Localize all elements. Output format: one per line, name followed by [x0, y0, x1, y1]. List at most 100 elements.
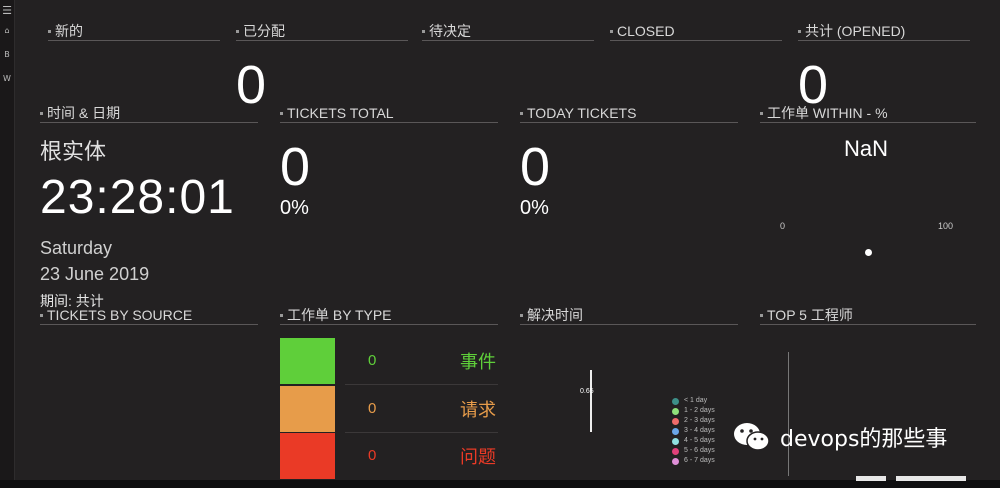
panel-resolve-time-title: 解决时间 — [527, 307, 583, 323]
clock-weekday: Saturday — [40, 238, 113, 258]
legend-swatch — [672, 437, 679, 445]
b-icon[interactable]: B — [2, 50, 12, 59]
type-count: 0 — [368, 352, 377, 369]
taskbar-button[interactable] — [856, 476, 886, 481]
opened-count: 0 — [798, 55, 829, 115]
legend-item: 1 - 2 days — [672, 406, 715, 416]
panel-by-source-title: TICKETS BY SOURCE — [47, 307, 193, 323]
legend-swatch — [672, 457, 679, 465]
menu-icon[interactable]: ☰ — [2, 4, 12, 17]
panel-new-header: 新的 — [48, 24, 220, 41]
type-count: 0 — [368, 400, 377, 417]
taskbar-button[interactable] — [896, 476, 966, 481]
panel-bullet — [610, 29, 613, 33]
type-color-swatch — [280, 338, 335, 384]
panel-top5-title: TOP 5 工程师 — [767, 307, 853, 323]
legend-item: < 1 day — [672, 396, 715, 406]
panel-opened-title: 共计 (OPENED) — [805, 23, 906, 39]
panel-top5-header: TOP 5 工程师 — [760, 308, 976, 325]
sidebar: ☰ ⌂ B W — [0, 0, 15, 488]
gauge-needle-dot — [865, 249, 872, 256]
legend-item: 2 - 3 days — [672, 416, 715, 426]
legend-label: < 1 day — [684, 397, 708, 404]
panel-today-tickets-header: TODAY TICKETS — [520, 106, 738, 123]
panel-assigned-title: 已分配 — [243, 23, 285, 39]
type-color-swatch — [280, 433, 335, 479]
panel-assigned-header: 已分配 — [236, 24, 408, 41]
resolve-value-label: 0.65 — [580, 388, 594, 395]
panel-within-title: 工作单 WITHIN - % — [767, 105, 888, 121]
resolve-chart-axis — [590, 370, 592, 432]
panel-bullet — [48, 29, 51, 33]
tickets-total-percent: 0% — [280, 197, 309, 219]
legend-label: 4 - 5 days — [684, 437, 715, 444]
today-tickets-value: 0 — [520, 137, 551, 197]
panel-clock-header: 时间 & 日期 — [40, 106, 258, 123]
panel-bullet — [422, 29, 425, 33]
type-row-incident[interactable]: 0 事件 — [280, 338, 498, 385]
divider — [345, 384, 498, 385]
tickets-total-value: 0 — [280, 137, 311, 197]
panel-opened-header: 共计 (OPENED) — [798, 24, 970, 41]
legend-swatch — [672, 407, 679, 415]
panel-bullet — [760, 313, 763, 317]
type-row-request[interactable]: 0 请求 — [280, 386, 498, 433]
legend-swatch — [672, 427, 679, 435]
type-count: 0 — [368, 447, 377, 464]
panel-bullet — [236, 29, 239, 33]
legend-label: 5 - 6 days — [684, 447, 715, 454]
assigned-count: 0 — [236, 55, 267, 115]
top5-chart-axis — [788, 352, 789, 476]
legend-swatch — [672, 397, 679, 405]
legend-label: 1 - 2 days — [684, 407, 715, 414]
panel-pending-title: 待决定 — [429, 23, 471, 39]
legend-swatch — [672, 417, 679, 425]
panel-bullet — [760, 111, 763, 115]
panel-today-tickets-title: TODAY TICKETS — [527, 105, 637, 121]
watermark-text: devops的那些事 — [780, 427, 948, 452]
panel-new-title: 新的 — [55, 23, 83, 39]
taskbar — [0, 480, 1000, 488]
panel-bullet — [520, 111, 523, 115]
entity-name: 根实体 — [40, 139, 107, 164]
panel-bullet — [520, 313, 523, 317]
home-icon[interactable]: ⌂ — [2, 26, 12, 35]
panel-closed-header: CLOSED — [610, 24, 782, 41]
panel-bullet — [40, 111, 43, 115]
legend-label: 6 - 7 days — [684, 457, 715, 464]
within-gauge-value: NaN — [844, 136, 889, 161]
type-label: 事件 — [460, 352, 496, 372]
type-label: 请求 — [460, 400, 496, 420]
panel-clock-title: 时间 & 日期 — [47, 105, 121, 121]
legend-label: 3 - 4 days — [684, 427, 715, 434]
within-gauge-min: 0 — [780, 221, 786, 231]
panel-bullet — [40, 313, 43, 317]
panel-closed-title: CLOSED — [617, 23, 675, 39]
type-row-problem[interactable]: 0 问题 — [280, 433, 498, 479]
panel-bullet — [280, 111, 283, 115]
panel-tickets-total-header: TICKETS TOTAL — [280, 106, 498, 123]
w-icon[interactable]: W — [2, 74, 12, 83]
panel-pending-header: 待决定 — [422, 24, 594, 41]
panel-resolve-time-header: 解决时间 — [520, 308, 738, 325]
panel-by-type-header: 工作单 BY TYPE — [280, 308, 498, 325]
panel-tickets-total-title: TICKETS TOTAL — [287, 105, 394, 121]
legend-item: 5 - 6 days — [672, 446, 715, 456]
legend-item: 3 - 4 days — [672, 426, 715, 436]
clock-time: 23:28:01 — [40, 171, 235, 224]
resolve-legend: < 1 day 1 - 2 days 2 - 3 days 3 - 4 days… — [672, 396, 715, 466]
legend-item: 6 - 7 days — [672, 456, 715, 466]
watermark: devops的那些事 — [732, 420, 947, 454]
panel-within-header: 工作单 WITHIN - % — [760, 106, 976, 123]
panel-by-type-title: 工作单 BY TYPE — [287, 307, 392, 323]
today-tickets-percent: 0% — [520, 197, 549, 219]
panel-bullet — [280, 313, 283, 317]
within-gauge-max: 100 — [938, 221, 954, 231]
panel-by-source-header: TICKETS BY SOURCE — [40, 308, 258, 325]
type-label: 问题 — [460, 447, 496, 467]
legend-item: 4 - 5 days — [672, 436, 715, 446]
type-color-swatch — [280, 386, 335, 432]
clock-date: 23 June 2019 — [40, 264, 150, 284]
panel-bullet — [798, 29, 801, 33]
legend-swatch — [672, 447, 679, 455]
